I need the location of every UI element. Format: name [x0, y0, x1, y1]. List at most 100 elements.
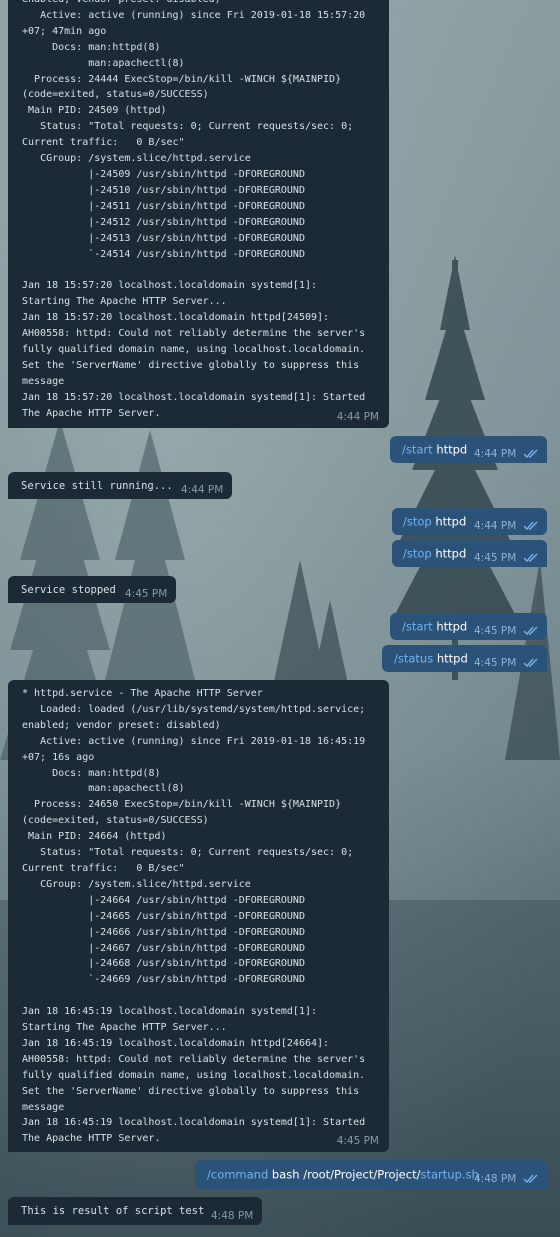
command-argument: httpd: [432, 619, 468, 634]
terminal-line: Jan 18 16:45:19 localhost.localdomain ht…: [22, 1037, 330, 1049]
command-argument: httpd: [433, 651, 468, 666]
double-check-icon: [523, 553, 538, 563]
terminal-line: |-24667 /usr/sbin/httpd -DFOREGROUND: [22, 942, 305, 954]
terminal-line: |-24510 /usr/sbin/httpd -DFOREGROUND: [22, 184, 305, 196]
terminal-line: Jan 18 15:57:20 localhost.localdomain sy…: [22, 391, 366, 403]
terminal-line: |-24511 /usr/sbin/httpd -DFOREGROUND: [22, 200, 305, 212]
terminal-line: * httpd.service - The Apache HTTP Server: [22, 688, 263, 699]
terminal-line: (code=exited, status=0/SUCCESS): [22, 89, 209, 101]
terminal-line: Active: active (running) since Fri 2019-…: [22, 9, 366, 21]
terminal-line: Loaded: loaded (/usr/lib/systemd/system/…: [22, 703, 366, 715]
command-argument: httpd: [432, 442, 468, 457]
terminal-line: +07; 47min ago: [22, 25, 107, 37]
terminal-line: man:apachectl(8): [22, 57, 185, 69]
terminal-line: enabled; vendor preset: disabled): [22, 719, 221, 731]
terminal-line: Starting The Apache HTTP Server...: [22, 1022, 227, 1034]
terminal-line: `-24669 /usr/sbin/httpd -DFOREGROUND: [22, 974, 305, 986]
terminal-line: fully qualified domain name, using local…: [22, 1069, 366, 1081]
terminal-line: |-24668 /usr/sbin/httpd -DFOREGROUND: [22, 958, 305, 970]
message-time: 4:48 PM: [474, 1173, 517, 1185]
terminal-line: Docs: man:httpd(8): [22, 41, 161, 53]
message-time: 4:44 PM: [474, 520, 517, 532]
terminal-line: Current traffic: 0 B/sec": [22, 862, 185, 874]
terminal-line: |-24509 /usr/sbin/httpd -DFOREGROUND: [22, 168, 305, 180]
terminal-line: Docs: man:httpd(8): [22, 767, 161, 779]
command-message-stop-httpd-1[interactable]: /stop httpd 4:44 PM: [392, 508, 547, 535]
reply-text: Service stopped: [21, 583, 116, 596]
terminal-line: enabled; vendor preset: disabled): [22, 0, 375, 8]
status-output-text-1: enabled; vendor preset: disabled) Active…: [22, 0, 375, 421]
command-message-stop-httpd-2[interactable]: /stop httpd 4:45 PM: [392, 540, 547, 567]
reply-service-still-running: Service still running... 4:44 PM: [8, 472, 232, 499]
terminal-line: `-24514 /usr/sbin/httpd -DFOREGROUND: [22, 248, 305, 260]
message-time: 4:48 PM: [211, 1210, 254, 1222]
terminal-line: CGroup: /system.slice/httpd.service: [22, 153, 251, 165]
terminal-line: Jan 18 15:57:20 localhost.localdomain sy…: [22, 280, 318, 292]
message-time: 4:45 PM: [474, 552, 517, 564]
command-link[interactable]: /command: [207, 1167, 268, 1181]
reply-text: This is result of script test: [21, 1205, 205, 1217]
terminal-line: Status: "Total requests: 0; Current requ…: [22, 847, 354, 859]
message-time: 4:45 PM: [474, 657, 517, 669]
terminal-line: CGroup: /system.slice/httpd.service: [22, 878, 251, 890]
double-check-icon: [523, 1174, 538, 1184]
double-check-icon: [523, 658, 538, 668]
status-output-bubble-2: * httpd.service - The Apache HTTP Server…: [8, 680, 389, 1152]
command-link[interactable]: /stop: [403, 514, 432, 528]
terminal-line: message: [22, 375, 65, 387]
command-argument: httpd: [431, 546, 467, 561]
command-message-start-httpd[interactable]: /start httpd 4:44 PM: [390, 436, 547, 463]
terminal-line: Status: "Total requests: 0; Current requ…: [22, 121, 354, 133]
terminal-line: |-24665 /usr/sbin/httpd -DFOREGROUND: [22, 910, 305, 922]
message-time: 4:45 PM: [125, 588, 168, 600]
command-argument: bash /root/Project/Project/: [268, 1167, 421, 1182]
terminal-line: (code=exited, status=0/SUCCESS): [22, 815, 209, 827]
terminal-line: The Apache HTTP Server.: [22, 1133, 161, 1145]
terminal-line: fully qualified domain name, using local…: [22, 343, 366, 355]
terminal-line: |-24666 /usr/sbin/httpd -DFOREGROUND: [22, 926, 305, 938]
command-link[interactable]: /start: [402, 442, 433, 456]
message-time: 4:45 PM: [474, 625, 517, 637]
double-check-icon: [523, 521, 538, 531]
command-message-startup-script[interactable]: /command bash /root/Project/Project/star…: [195, 1160, 547, 1189]
double-check-icon: [523, 626, 538, 636]
command-link[interactable]: /status: [394, 651, 433, 665]
terminal-line: Current traffic: 0 B/sec": [22, 137, 185, 149]
terminal-line: Main PID: 24664 (httpd): [22, 831, 167, 843]
terminal-line: Main PID: 24509 (httpd): [22, 105, 167, 117]
command-message-start-httpd-2[interactable]: /start httpd 4:45 PM: [390, 613, 547, 640]
terminal-line: Starting The Apache HTTP Server...: [22, 296, 227, 308]
script-link[interactable]: startup.sh: [420, 1167, 478, 1181]
terminal-line: Process: 24650 ExecStop=/bin/kill -WINCH…: [22, 799, 342, 811]
command-argument: httpd: [431, 514, 467, 529]
terminal-line: AH00558: httpd: Could not reliably deter…: [22, 1053, 366, 1065]
terminal-line: |-24513 /usr/sbin/httpd -DFOREGROUND: [22, 232, 305, 244]
reply-service-stopped: Service stopped 4:45 PM: [8, 576, 176, 603]
reply-text: Service still running...: [21, 479, 173, 492]
terminal-line: man:apachectl(8): [22, 783, 185, 795]
status-output-bubble-1: enabled; vendor preset: disabled) Active…: [8, 0, 389, 428]
reply-script-result: This is result of script test 4:48 PM: [8, 1197, 262, 1225]
terminal-line: message: [22, 1101, 65, 1113]
terminal-line: Jan 18 15:57:20 localhost.localdomain ht…: [22, 312, 330, 324]
message-time: 4:44 PM: [474, 448, 517, 460]
status-output-text-2: * httpd.service - The Apache HTTP Server…: [22, 686, 375, 1147]
terminal-line: |-24664 /usr/sbin/httpd -DFOREGROUND: [22, 894, 305, 906]
terminal-line: |-24512 /usr/sbin/httpd -DFOREGROUND: [22, 216, 305, 228]
message-time: 4:44 PM: [336, 411, 379, 423]
command-link[interactable]: /start: [402, 619, 433, 633]
terminal-line: Process: 24444 ExecStop=/bin/kill -WINCH…: [22, 73, 342, 85]
double-check-icon: [523, 449, 538, 459]
terminal-line: Set the 'ServerName' directive globally …: [22, 1085, 360, 1097]
command-link[interactable]: /stop: [403, 546, 432, 560]
message-time: 4:45 PM: [336, 1135, 379, 1147]
terminal-line: Active: active (running) since Fri 2019-…: [22, 735, 366, 747]
terminal-line: +07; 16s ago: [22, 751, 95, 763]
message-time: 4:44 PM: [181, 484, 224, 496]
terminal-line: Jan 18 16:45:19 localhost.localdomain sy…: [22, 1117, 366, 1129]
terminal-line: The Apache HTTP Server.: [22, 407, 161, 419]
command-message-status-httpd[interactable]: /status httpd 4:45 PM: [382, 645, 547, 672]
terminal-line: Set the 'ServerName' directive globally …: [22, 359, 360, 371]
